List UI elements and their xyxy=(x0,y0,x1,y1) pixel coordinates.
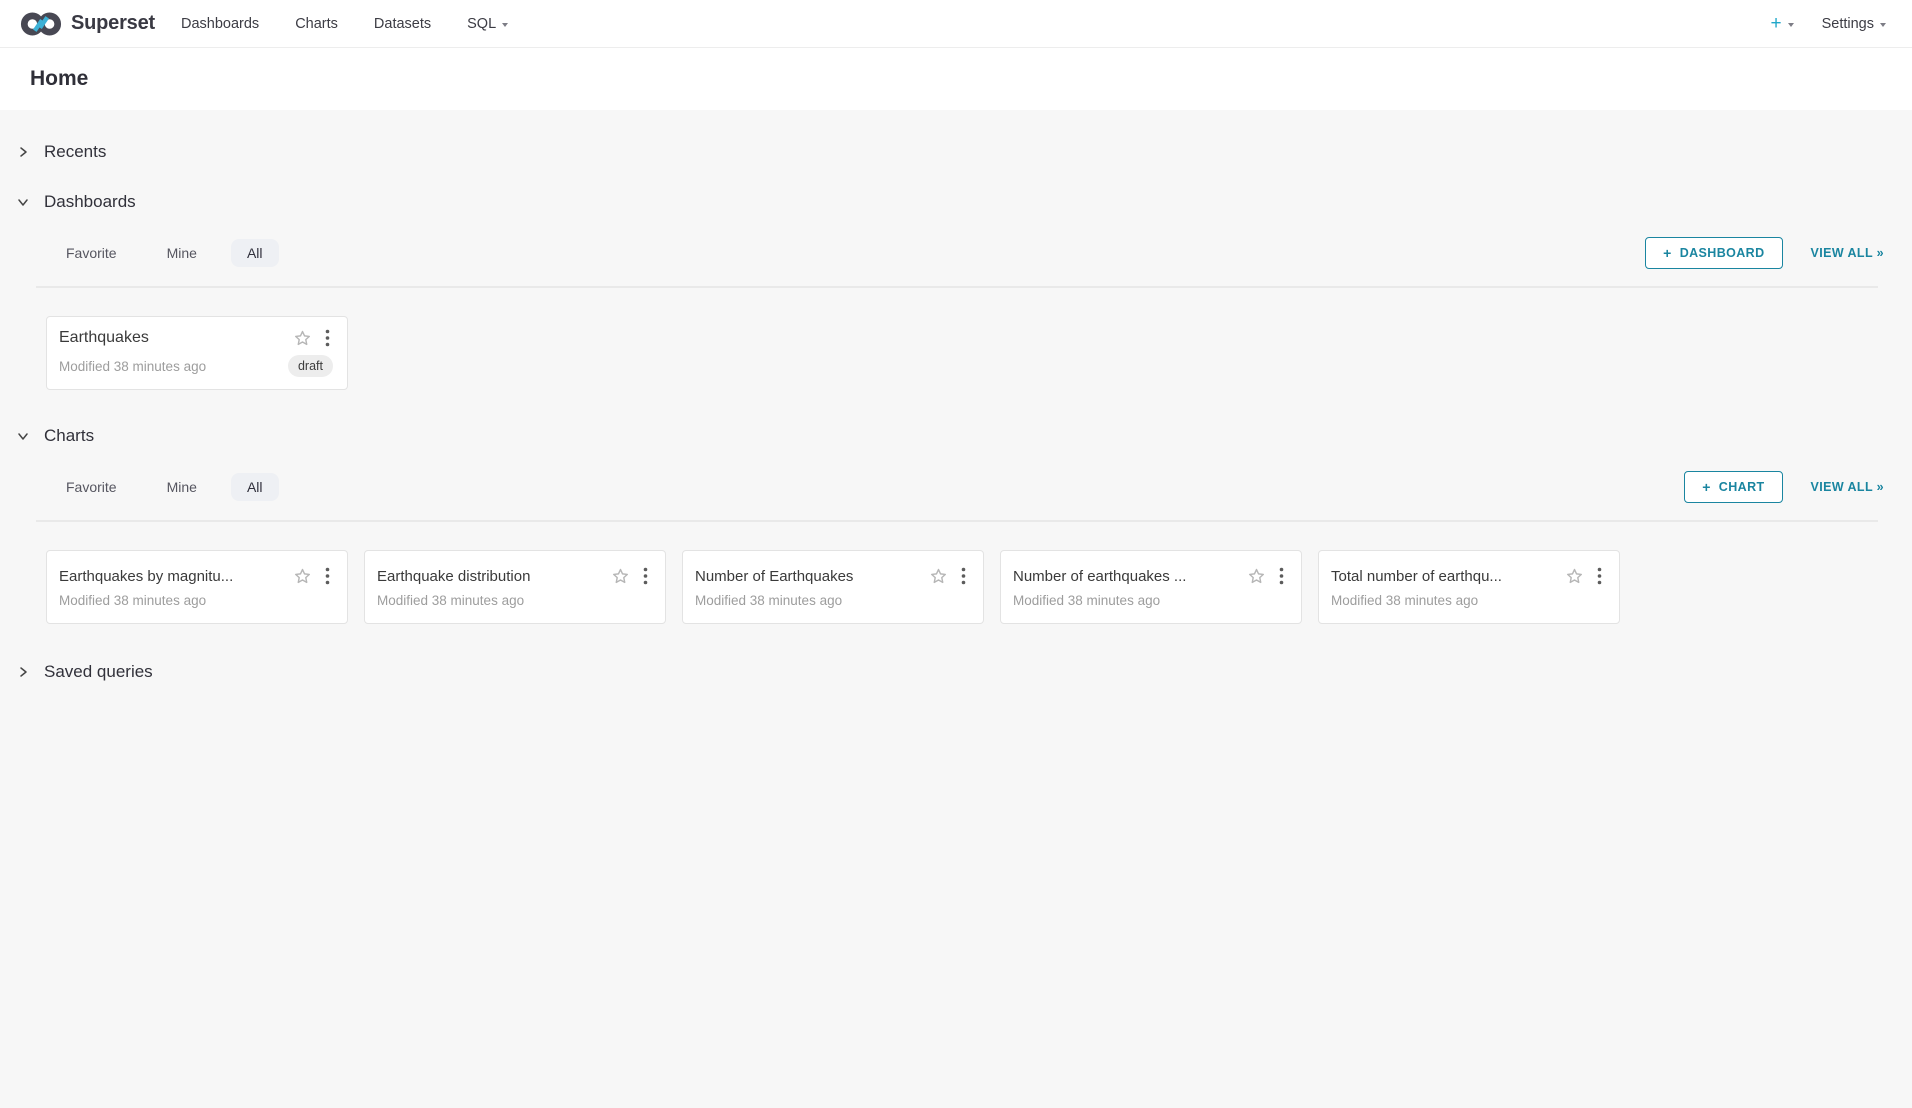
superset-logo[interactable]: Superset xyxy=(20,11,155,37)
card-title-row: Number of Earthquakes xyxy=(695,567,969,586)
card-modified-text: Modified 38 minutes ago xyxy=(695,593,969,608)
chart-card-earthquakes-by-magnitude[interactable]: Earthquakes by magnitu... Modified 38 mi… xyxy=(46,550,348,624)
chevron-right-icon xyxy=(16,145,30,159)
dashboards-cards-row: Earthquakes Modified 38 minutes ago dr xyxy=(0,288,1912,390)
card-meta-row: Modified 38 minutes ago draft xyxy=(59,355,333,377)
dashboards-tab-favorite[interactable]: Favorite xyxy=(50,239,133,267)
nav-dashboards[interactable]: Dashboards xyxy=(181,16,259,32)
favorite-star-icon[interactable] xyxy=(293,567,312,586)
dashboards-tab-mine[interactable]: Mine xyxy=(151,239,213,267)
nav-charts[interactable]: Charts xyxy=(295,16,338,32)
more-options-icon[interactable] xyxy=(321,329,333,347)
section-recents-title: Recents xyxy=(44,142,106,162)
favorite-star-icon[interactable] xyxy=(1247,567,1266,586)
superset-logo-icon xyxy=(20,11,62,37)
card-title: Earthquakes by magnitu... xyxy=(59,568,293,585)
charts-tab-all[interactable]: All xyxy=(231,473,279,501)
section-dashboards-title: Dashboards xyxy=(44,192,136,212)
dashboards-view-all-link[interactable]: VIEW ALL » xyxy=(1811,246,1884,260)
card-title-row: Number of earthquakes ... xyxy=(1013,567,1287,586)
card-title: Number of earthquakes ... xyxy=(1013,568,1247,585)
nav-sql-menu[interactable]: SQL xyxy=(467,16,508,32)
nav-datasets[interactable]: Datasets xyxy=(374,16,431,32)
card-modified-text: Modified 38 minutes ago xyxy=(1013,593,1287,608)
dashboard-card-earthquakes[interactable]: Earthquakes Modified 38 minutes ago dr xyxy=(46,316,348,390)
charts-toolbar: Favorite Mine All + CHART VIEW ALL » xyxy=(0,454,1912,520)
main-nav: Dashboards Charts Datasets SQL xyxy=(181,16,508,32)
new-chart-button[interactable]: + CHART xyxy=(1684,471,1782,503)
nav-sql-label: SQL xyxy=(467,16,496,32)
charts-cards-row: Earthquakes by magnitu... Modified 38 mi… xyxy=(0,522,1912,624)
card-modified-text: Modified 38 minutes ago xyxy=(1331,593,1605,608)
settings-label: Settings xyxy=(1822,16,1874,32)
card-title-row: Earthquakes by magnitu... xyxy=(59,567,333,586)
new-dashboard-button-label: DASHBOARD xyxy=(1680,247,1765,260)
navbar-right: + Settings xyxy=(1770,14,1886,33)
card-title-row: Total number of earthqu... xyxy=(1331,567,1605,586)
more-options-icon[interactable] xyxy=(639,567,651,585)
section-saved-queries-title: Saved queries xyxy=(44,662,153,682)
card-title: Earthquakes xyxy=(59,329,293,347)
charts-actions: + CHART VIEW ALL » xyxy=(1684,471,1884,503)
new-chart-button-label: CHART xyxy=(1719,481,1765,494)
chart-card-number-of-earthquakes-2[interactable]: Number of earthquakes ... Modified 38 mi… xyxy=(1000,550,1302,624)
card-meta-row: Modified 38 minutes ago xyxy=(59,593,333,608)
card-modified-text: Modified 38 minutes ago xyxy=(59,593,333,608)
card-title: Total number of earthqu... xyxy=(1331,568,1565,585)
top-navbar: Superset Dashboards Charts Datasets SQL … xyxy=(0,0,1912,48)
caret-down-icon xyxy=(1880,23,1886,27)
dashboards-actions: + DASHBOARD VIEW ALL » xyxy=(1645,237,1884,269)
dashboards-toolbar: Favorite Mine All + DASHBOARD VIEW ALL » xyxy=(0,220,1912,286)
favorite-star-icon[interactable] xyxy=(929,567,948,586)
card-modified-text: Modified 38 minutes ago xyxy=(377,593,651,608)
card-meta-row: Modified 38 minutes ago xyxy=(1331,593,1605,608)
section-saved-queries-toggle[interactable]: Saved queries xyxy=(16,654,1876,690)
caret-down-icon xyxy=(502,23,508,27)
card-title: Number of Earthquakes xyxy=(695,568,929,585)
charts-tab-mine[interactable]: Mine xyxy=(151,473,213,501)
brand-name: Superset xyxy=(71,12,155,35)
section-charts-toggle[interactable]: Charts xyxy=(16,418,1876,454)
page-title: Home xyxy=(30,67,88,91)
chevron-down-icon xyxy=(16,195,30,209)
charts-tabs: Favorite Mine All xyxy=(50,473,279,501)
section-recents-toggle[interactable]: Recents xyxy=(16,134,1876,170)
new-item-menu-button[interactable]: + xyxy=(1770,14,1793,33)
caret-down-icon xyxy=(1788,23,1794,27)
chart-card-number-of-earthquakes[interactable]: Number of Earthquakes Modified 38 minute… xyxy=(682,550,984,624)
section-charts-title: Charts xyxy=(44,426,94,446)
plus-icon: + xyxy=(1770,14,1781,33)
favorite-star-icon[interactable] xyxy=(611,567,630,586)
more-options-icon[interactable] xyxy=(1275,567,1287,585)
more-options-icon[interactable] xyxy=(321,567,333,585)
dashboards-tab-all[interactable]: All xyxy=(231,239,279,267)
charts-tab-favorite[interactable]: Favorite xyxy=(50,473,133,501)
card-title-row: Earthquakes xyxy=(59,329,333,348)
favorite-star-icon[interactable] xyxy=(1565,567,1584,586)
card-meta-row: Modified 38 minutes ago xyxy=(377,593,651,608)
chart-card-total-number-of-earthquakes[interactable]: Total number of earthqu... Modified 38 m… xyxy=(1318,550,1620,624)
chevron-down-icon xyxy=(16,429,30,443)
chevron-right-icon xyxy=(16,665,30,679)
new-dashboard-button[interactable]: + DASHBOARD xyxy=(1645,237,1782,269)
more-options-icon[interactable] xyxy=(957,567,969,585)
draft-badge: draft xyxy=(288,355,333,377)
card-title: Earthquake distribution xyxy=(377,568,611,585)
settings-menu-button[interactable]: Settings xyxy=(1822,16,1886,32)
plus-icon: + xyxy=(1702,480,1711,494)
plus-icon: + xyxy=(1663,246,1672,260)
section-dashboards-toggle[interactable]: Dashboards xyxy=(16,184,1876,220)
card-modified-text: Modified 38 minutes ago xyxy=(59,359,288,374)
card-meta-row: Modified 38 minutes ago xyxy=(695,593,969,608)
charts-view-all-link[interactable]: VIEW ALL » xyxy=(1811,480,1884,494)
page-header: Home xyxy=(0,48,1912,110)
card-title-row: Earthquake distribution xyxy=(377,567,651,586)
home-content: Recents Dashboards Favorite Mine All + D… xyxy=(0,110,1912,690)
more-options-icon[interactable] xyxy=(1593,567,1605,585)
favorite-star-icon[interactable] xyxy=(293,329,312,348)
dashboards-tabs: Favorite Mine All xyxy=(50,239,279,267)
card-meta-row: Modified 38 minutes ago xyxy=(1013,593,1287,608)
chart-card-earthquake-distribution[interactable]: Earthquake distribution Modified 38 minu… xyxy=(364,550,666,624)
